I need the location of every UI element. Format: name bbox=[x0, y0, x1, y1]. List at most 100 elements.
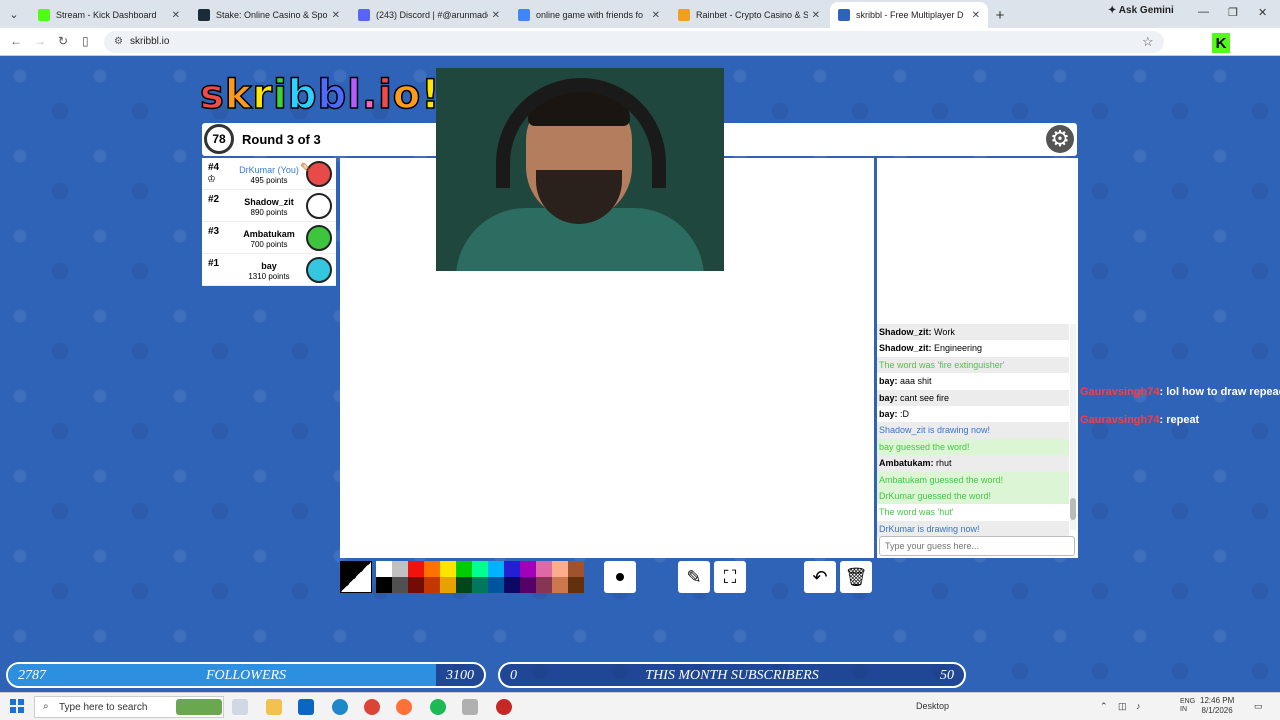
site-info-icon[interactable]: ⚙ bbox=[114, 36, 123, 47]
color-swatch[interactable] bbox=[488, 577, 504, 593]
tab-close-icon[interactable]: ✕ bbox=[972, 10, 980, 21]
player-row[interactable]: #4 ♔ DrKumar (You) 495 points ✎ bbox=[202, 158, 336, 190]
color-swatch[interactable] bbox=[440, 561, 456, 577]
undo-button[interactable]: ↶ bbox=[804, 561, 836, 593]
color-swatch[interactable] bbox=[552, 561, 568, 577]
back-arrow-icon[interactable]: ← bbox=[10, 34, 22, 48]
browser-tabstrip: ⌄ Stream - Kick Dashboard ✕ Stake: Online … bbox=[0, 0, 1280, 28]
language-indicator[interactable]: ENG IN bbox=[1180, 698, 1195, 714]
player-list: #4 ♔ DrKumar (You) 495 points ✎ #2 Shadow_zit 8… bbox=[202, 158, 336, 286]
desktop-label[interactable]: Desktop bbox=[916, 701, 949, 711]
color-swatch[interactable] bbox=[520, 561, 536, 577]
file-explorer-icon[interactable] bbox=[266, 699, 282, 715]
app-icon[interactable] bbox=[462, 699, 478, 715]
windows-start-icon[interactable] bbox=[10, 699, 24, 713]
minimize-button[interactable]: — bbox=[1198, 6, 1209, 18]
webcam-overlay bbox=[436, 68, 724, 271]
color-swatch[interactable] bbox=[440, 577, 456, 593]
tray-chevron-icon[interactable]: ⌃ bbox=[1100, 701, 1108, 712]
chat-text: :D bbox=[900, 408, 910, 419]
color-swatch[interactable] bbox=[456, 561, 472, 577]
store-icon[interactable] bbox=[298, 699, 314, 715]
tab-close-icon[interactable]: ✕ bbox=[812, 10, 820, 21]
color-swatch[interactable] bbox=[392, 577, 408, 593]
color-swatch[interactable] bbox=[536, 561, 552, 577]
chat-user: Shadow_zit bbox=[879, 327, 929, 337]
color-swatch[interactable] bbox=[424, 561, 440, 577]
color-swatch[interactable] bbox=[456, 577, 472, 593]
color-swatch[interactable] bbox=[424, 577, 440, 593]
address-bar[interactable]: ⚙ skribbl.io bbox=[104, 31, 1164, 53]
bookmark-star-icon[interactable]: ☆ bbox=[1142, 34, 1154, 50]
stream-chat-message: Gauravsingh74: repeat bbox=[1080, 414, 1199, 426]
chat-text: aaa shit bbox=[900, 376, 932, 387]
task-view-icon[interactable] bbox=[232, 699, 248, 715]
obs-icon[interactable] bbox=[496, 699, 512, 715]
logo-letter: i bbox=[377, 71, 393, 119]
color-swatch[interactable] bbox=[376, 577, 392, 593]
browser-tab[interactable]: (243) Discord | #@arunmadet ✕ bbox=[350, 2, 508, 28]
player-row[interactable]: #3 Ambatukam 700 points bbox=[202, 222, 336, 254]
chat-message: bay: aaa shit bbox=[879, 376, 932, 387]
tab-close-icon[interactable]: ✕ bbox=[172, 10, 180, 21]
color-swatch[interactable] bbox=[472, 577, 488, 593]
stream-chat-user: Gauravsingh74 bbox=[1080, 386, 1160, 398]
browser-tab[interactable]: skribbl - Free Multiplayer D ✕ bbox=[830, 2, 988, 28]
edge-icon[interactable] bbox=[332, 699, 348, 715]
browser-tab[interactable]: Rainbet - Crypto Casino & Spo ✕ bbox=[670, 2, 828, 28]
player-rank: #3 bbox=[208, 226, 220, 237]
color-swatch[interactable] bbox=[488, 561, 504, 577]
tab-search-icon[interactable]: ⌄ bbox=[0, 0, 28, 28]
tab-favicon-icon bbox=[838, 9, 850, 21]
clear-button[interactable]: 🗑 bbox=[840, 561, 872, 593]
fill-tool-button[interactable]: ⛶ bbox=[714, 561, 746, 593]
color-swatch[interactable] bbox=[504, 561, 520, 577]
color-swatch[interactable] bbox=[568, 577, 584, 593]
color-swatch[interactable] bbox=[408, 577, 424, 593]
webcam-headphones bbox=[496, 78, 666, 188]
followers-target: 3100 bbox=[446, 668, 474, 683]
tab-close-icon[interactable]: ✕ bbox=[332, 10, 340, 21]
system-clock[interactable]: 12:46 PM 8/1/2026 bbox=[1200, 696, 1234, 716]
current-color-swatch[interactable] bbox=[340, 561, 372, 593]
browser-tab[interactable]: Stream - Kick Dashboard ✕ bbox=[30, 2, 188, 28]
player-row[interactable]: #1 bay 1310 points bbox=[202, 254, 336, 286]
close-window-button[interactable]: ✕ bbox=[1258, 6, 1267, 19]
color-swatch[interactable] bbox=[520, 577, 536, 593]
firefox-icon[interactable] bbox=[396, 699, 412, 715]
new-tab-button[interactable]: + bbox=[988, 2, 1012, 28]
reload-icon[interactable]: ↻ bbox=[58, 34, 68, 48]
color-swatch[interactable] bbox=[376, 561, 392, 577]
browser-tab[interactable]: Stake: Online Casino & Spo ✕ bbox=[190, 2, 348, 28]
tab-close-icon[interactable]: ✕ bbox=[492, 10, 500, 21]
chat-message: Shadow_zit is drawing now! bbox=[877, 422, 1069, 439]
chat-scrollbar[interactable] bbox=[1070, 324, 1076, 530]
pen-tool-button[interactable]: ✎ bbox=[678, 561, 710, 593]
chat-scroll-thumb[interactable] bbox=[1070, 498, 1076, 520]
ask-gemini-button[interactable]: ✦ Ask Gemini bbox=[1108, 5, 1174, 16]
ask-gemini-label: Ask Gemini bbox=[1118, 5, 1174, 16]
color-swatch[interactable] bbox=[472, 561, 488, 577]
settings-gear-icon[interactable]: ⚙ bbox=[1046, 125, 1074, 153]
color-swatch[interactable] bbox=[552, 577, 568, 593]
stream-chat-user: Gauravsingh74 bbox=[1080, 414, 1160, 426]
sidepanel-icon[interactable]: ▯ bbox=[82, 34, 89, 48]
color-swatch[interactable] bbox=[504, 577, 520, 593]
color-swatch[interactable] bbox=[568, 561, 584, 577]
guess-input[interactable] bbox=[879, 536, 1075, 556]
forward-arrow-icon[interactable]: → bbox=[34, 34, 46, 48]
volume-icon[interactable]: ♪ bbox=[1136, 701, 1141, 711]
chrome-icon[interactable] bbox=[364, 699, 380, 715]
color-swatch[interactable] bbox=[536, 577, 552, 593]
browser-tab[interactable]: online game with friends fo ✕ bbox=[510, 2, 668, 28]
spotify-icon[interactable] bbox=[430, 699, 446, 715]
player-row[interactable]: #2 Shadow_zit 890 points bbox=[202, 190, 336, 222]
notification-icon[interactable]: ▭ bbox=[1254, 701, 1263, 712]
brush-size-button[interactable] bbox=[604, 561, 636, 593]
color-swatch[interactable] bbox=[392, 561, 408, 577]
weather-widget-icon[interactable] bbox=[176, 699, 222, 715]
network-icon[interactable]: ◫ bbox=[1118, 701, 1127, 712]
tab-close-icon[interactable]: ✕ bbox=[652, 10, 660, 21]
color-swatch[interactable] bbox=[408, 561, 424, 577]
maximize-button[interactable]: ❐ bbox=[1228, 6, 1238, 19]
